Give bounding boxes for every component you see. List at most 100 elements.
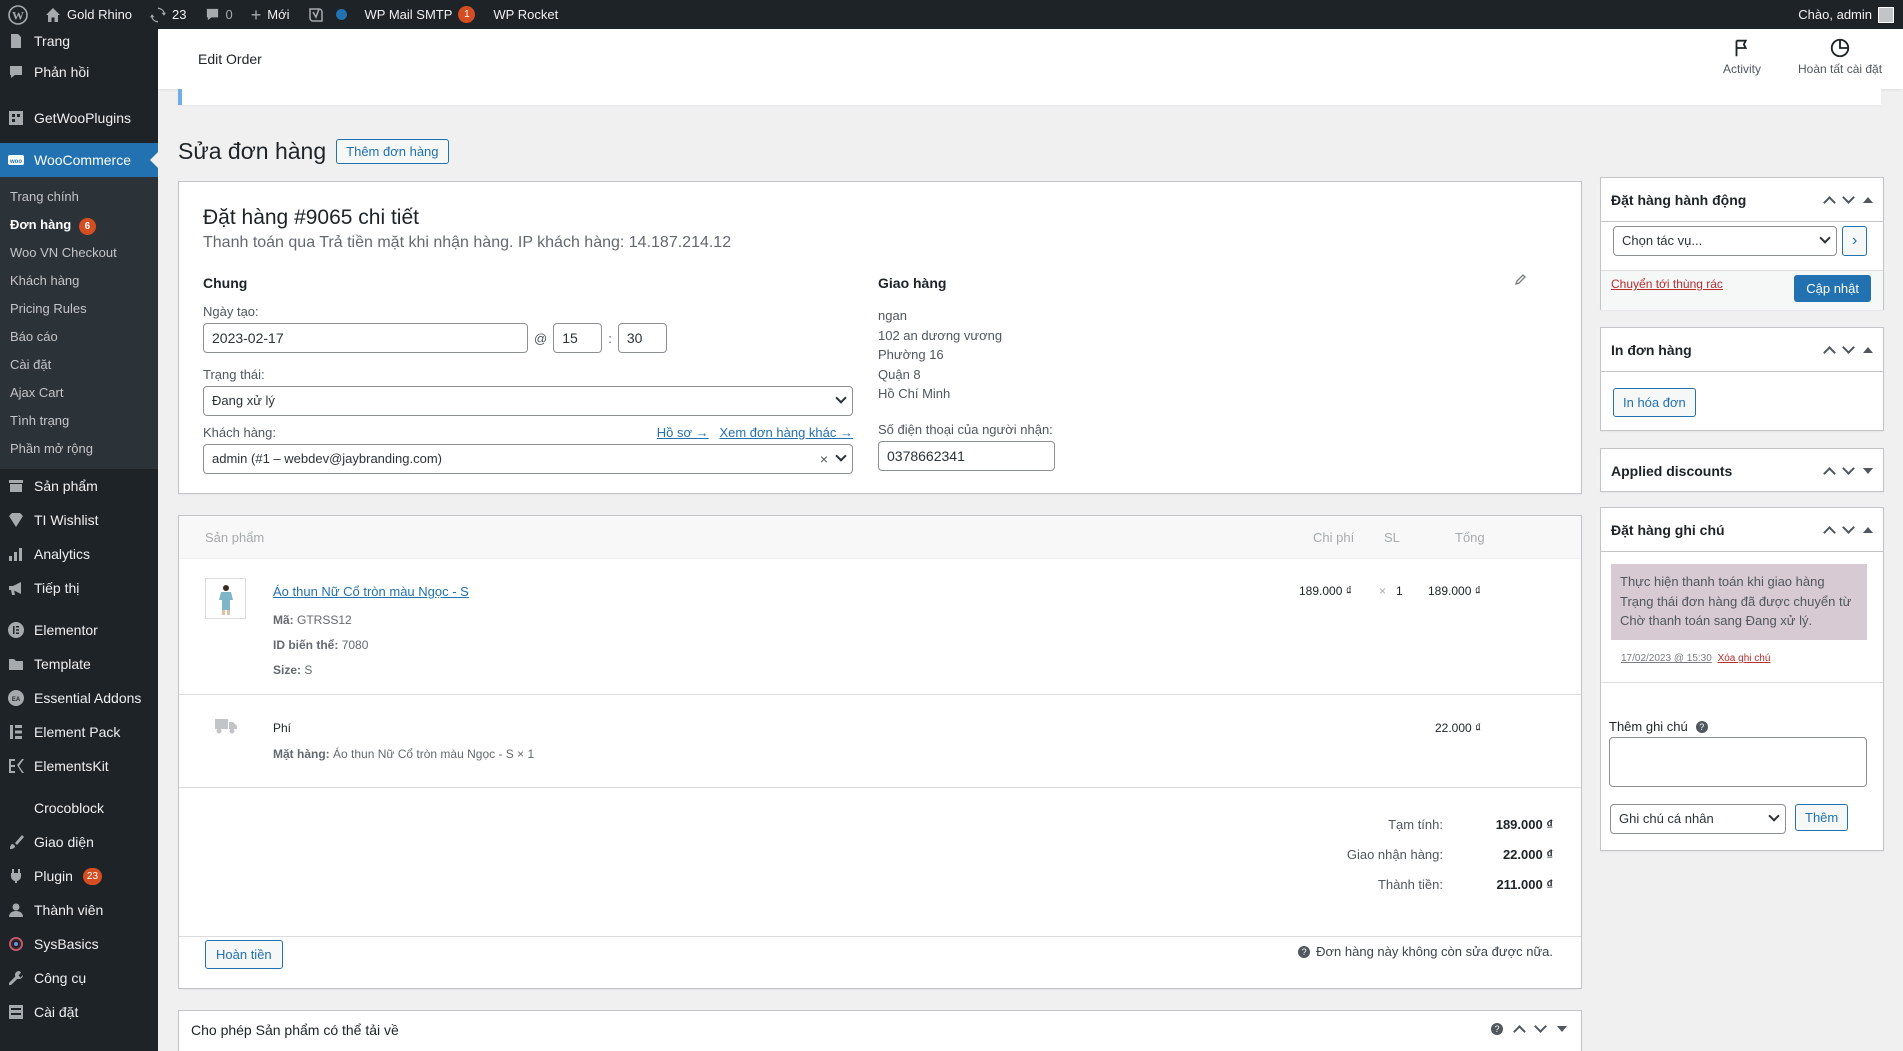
submenu-item-customers[interactable]: Khách hàng bbox=[0, 267, 158, 295]
move-up-icon[interactable] bbox=[1823, 525, 1836, 539]
move-up-icon[interactable] bbox=[1823, 345, 1836, 359]
col-total: Tổng bbox=[1455, 530, 1485, 545]
submenu-item-woo-vn-checkout[interactable]: Woo VN Checkout bbox=[0, 239, 158, 267]
elementskit-icon bbox=[8, 758, 24, 774]
yoast-link[interactable] bbox=[299, 0, 356, 29]
sidebar-item-label: Sản phẩm bbox=[34, 478, 98, 494]
minute-input[interactable]: 30 bbox=[617, 323, 667, 353]
customer-profile-link[interactable]: Hồ sơ → bbox=[657, 425, 709, 440]
product-name-link[interactable]: Áo thun Nữ Cổ tròn màu Ngọc - S bbox=[273, 584, 469, 599]
sidebar-item-appearance[interactable]: Giao diện bbox=[0, 825, 158, 859]
move-down-icon[interactable] bbox=[1842, 340, 1855, 354]
sidebar-item-pages[interactable]: Trang bbox=[0, 29, 158, 55]
submenu-item-orders[interactable]: Đơn hàng 6 bbox=[0, 211, 158, 239]
add-order-button[interactable]: Thêm đơn hàng bbox=[336, 139, 449, 164]
sidebar-item-woocommerce[interactable]: woo WooCommerce bbox=[0, 143, 158, 177]
submenu-item-home[interactable]: Trang chính bbox=[0, 183, 158, 211]
activity-button[interactable]: Activity bbox=[1723, 37, 1761, 76]
sidebar-item-label: Template bbox=[34, 656, 91, 672]
submenu-item-pricing-rules[interactable]: Pricing Rules bbox=[0, 295, 158, 323]
help-icon[interactable]: ? bbox=[1695, 720, 1708, 733]
add-note-textarea[interactable] bbox=[1609, 737, 1867, 787]
refund-button[interactable]: Hoàn tiền bbox=[205, 940, 283, 969]
sidebar-item-settings[interactable]: Cài đặt bbox=[0, 995, 158, 1029]
phone-label: Số điện thoại của người nhận: bbox=[878, 422, 1053, 437]
edit-pencil-icon[interactable] bbox=[1515, 273, 1527, 285]
update-order-button[interactable]: Cập nhật bbox=[1794, 275, 1871, 302]
toggle-panel-icon[interactable] bbox=[1557, 1026, 1567, 1032]
tshirt-model-icon bbox=[219, 585, 233, 615]
submenu-item-status[interactable]: Tình trạng bbox=[0, 407, 158, 435]
sidebar-item-element-pack[interactable]: Element Pack bbox=[0, 715, 158, 749]
hour-input[interactable]: 15 bbox=[553, 323, 603, 353]
order-status-select[interactable]: Đang xử lý bbox=[203, 386, 853, 416]
print-order-header[interactable]: In đơn hàng bbox=[1601, 328, 1883, 372]
updates-link[interactable]: 23 bbox=[141, 0, 195, 29]
help-icon[interactable]: ? bbox=[1491, 1023, 1503, 1035]
my-account-link[interactable]: Chào, admin bbox=[1789, 0, 1903, 29]
sidebar-item-marketing[interactable]: Tiếp thị bbox=[0, 571, 158, 605]
finish-setup-button[interactable]: Hoàn tất cài đặt bbox=[1798, 37, 1882, 76]
submenu-item-settings[interactable]: Cài đặt bbox=[0, 351, 158, 379]
submenu-item-extensions[interactable]: Phần mở rộng bbox=[0, 435, 158, 463]
move-up-icon[interactable] bbox=[1823, 195, 1836, 209]
site-name-link[interactable]: Gold Rhino bbox=[36, 0, 141, 29]
submenu-item-reports[interactable]: Báo cáo bbox=[0, 323, 158, 351]
order-actions-header[interactable]: Đặt hàng hành động bbox=[1601, 178, 1883, 222]
sidebar-item-tools[interactable]: Công cụ bbox=[0, 961, 158, 995]
sidebar-item-elementor[interactable]: Elementor bbox=[0, 613, 158, 647]
add-note-button[interactable]: Thêm bbox=[1795, 804, 1849, 831]
move-to-trash-link[interactable]: Chuyển tới thùng rác bbox=[1611, 277, 1723, 291]
new-content-link[interactable]: + Mới bbox=[242, 0, 299, 29]
sidebar-item-crocoblock[interactable]: Crocoblock bbox=[0, 791, 158, 825]
sidebar-item-products[interactable]: Sản phẩm bbox=[0, 469, 158, 503]
sidebar-item-getwooplugins[interactable]: GetWooPlugins bbox=[0, 101, 158, 135]
plus-icon: + bbox=[250, 4, 262, 25]
fee-row: Phí Mặt hàng: Áo thun Nữ Cổ tròn màu Ngọ… bbox=[179, 696, 1581, 788]
recipient-phone-input[interactable]: 0378662341 bbox=[878, 441, 1055, 471]
sidebar-item-plugins[interactable]: Plugin 23 bbox=[0, 859, 158, 893]
move-up-icon[interactable] bbox=[1823, 467, 1836, 480]
svg-text:EA: EA bbox=[12, 697, 21, 703]
note-line: Trạng thái đơn hàng đã được chuyển từ bbox=[1620, 593, 1852, 609]
submenu-item-ajax-cart[interactable]: Ajax Cart bbox=[0, 379, 158, 407]
customer-other-orders-link[interactable]: Xem đơn hàng khác → bbox=[719, 425, 853, 440]
toggle-panel-icon[interactable] bbox=[1863, 526, 1873, 533]
customer-select[interactable]: admin (#1 – webdev@jaybranding.com) × bbox=[203, 444, 853, 474]
toggle-panel-icon[interactable] bbox=[1863, 468, 1873, 474]
sidebar-item-comments[interactable]: Phản hồi bbox=[0, 55, 158, 89]
applied-discounts-header[interactable]: Applied discounts bbox=[1601, 449, 1883, 493]
refresh-icon bbox=[150, 7, 167, 22]
move-up-icon[interactable] bbox=[1513, 1025, 1526, 1038]
note-type-select[interactable]: Ghi chú cá nhân bbox=[1610, 804, 1786, 834]
sidebar-item-template[interactable]: Template bbox=[0, 647, 158, 681]
wp-mail-smtp-link[interactable]: WP Mail SMTP 1 bbox=[356, 0, 485, 29]
line-item-row: Áo thun Nữ Cổ tròn màu Ngọc - S Mã: GTRS… bbox=[179, 559, 1581, 695]
sidebar-item-users[interactable]: Thành viên bbox=[0, 893, 158, 927]
clear-icon[interactable]: × bbox=[820, 445, 828, 473]
sidebar-item-ti-wishlist[interactable]: TI Wishlist bbox=[0, 503, 158, 537]
sidebar-item-essential-addons[interactable]: EA Essential Addons bbox=[0, 681, 158, 715]
sidebar-item-sysbasics[interactable]: SysBasics bbox=[0, 927, 158, 961]
date-created-input[interactable]: 2023-02-17 bbox=[203, 323, 528, 353]
toggle-panel-icon[interactable] bbox=[1863, 346, 1873, 353]
sidebar-item-label: Thành viên bbox=[34, 902, 104, 918]
apply-action-button[interactable]: › bbox=[1842, 226, 1868, 256]
sysbasics-icon bbox=[8, 936, 24, 952]
wordpress-logo-icon[interactable]: W bbox=[0, 0, 36, 29]
plugins-update-badge: 23 bbox=[82, 867, 103, 885]
move-down-icon[interactable] bbox=[1842, 462, 1855, 475]
wp-rocket-link[interactable]: WP Rocket bbox=[484, 0, 567, 29]
print-invoice-button[interactable]: In hóa đơn bbox=[1613, 388, 1696, 417]
comments-link[interactable]: 0 bbox=[196, 0, 242, 29]
move-down-icon[interactable] bbox=[1534, 1020, 1547, 1033]
sidebar-item-elementskit[interactable]: ElementsKit bbox=[0, 749, 158, 783]
sidebar-item-analytics[interactable]: Analytics bbox=[0, 537, 158, 571]
order-action-select[interactable]: Chọn tác vụ... bbox=[1613, 226, 1837, 256]
move-down-icon[interactable] bbox=[1842, 520, 1855, 534]
fee-items-label: Mặt hàng: bbox=[273, 747, 330, 761]
toggle-panel-icon[interactable] bbox=[1863, 196, 1873, 203]
order-notes-header[interactable]: Đặt hàng ghi chú bbox=[1601, 508, 1883, 552]
delete-note-link[interactable]: Xóa ghi chú bbox=[1718, 653, 1771, 664]
move-down-icon[interactable] bbox=[1842, 190, 1855, 204]
